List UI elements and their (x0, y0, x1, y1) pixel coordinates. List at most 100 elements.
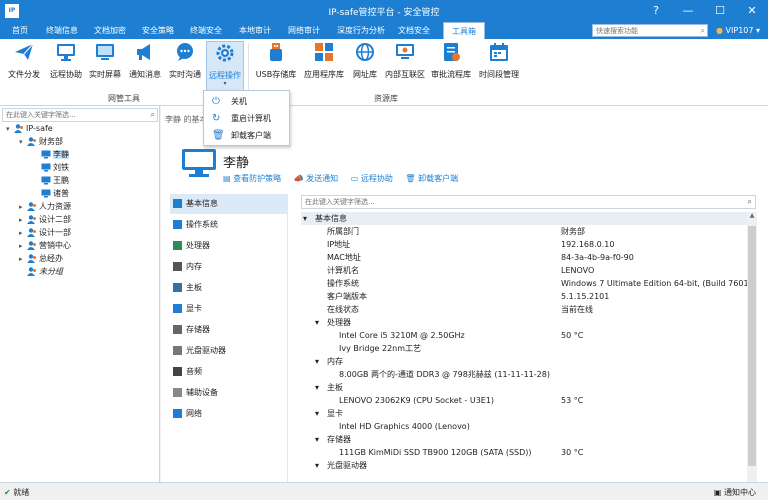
tree-filter-input[interactable] (3, 109, 143, 121)
nav-peripherals[interactable]: 辅助设备 (170, 383, 288, 403)
nav-memory[interactable]: 内存 (170, 257, 288, 277)
menu-local-audit[interactable]: 本地审计 (239, 22, 271, 39)
usb-storage-button[interactable]: USB存储库 (256, 41, 296, 81)
menu-network-audit[interactable]: 网络审计 (288, 22, 320, 39)
vip-account[interactable]: ● VIP107 ▾ (716, 24, 760, 37)
collapse-icon[interactable]: ▾ (315, 407, 319, 420)
chat-icon (177, 43, 193, 61)
quick-search-input[interactable] (593, 25, 693, 36)
org-tree-pane: ⌕ ▾IP-safe ▾财务部 李静 刘铁 王鹏 诸普 ▸人力资源 ▸设计二部 … (0, 106, 160, 482)
network-icon (173, 409, 182, 418)
quick-search[interactable]: ⌕ (592, 24, 708, 37)
nav-network[interactable]: 网络 (170, 404, 288, 424)
tree-node-user[interactable]: 刘铁 (33, 161, 69, 174)
nav-label: 光盘驱动器 (186, 346, 226, 355)
remote-operation-button[interactable]: 远程操作 ▾ (206, 41, 244, 91)
row-value: LENOVO (561, 266, 595, 275)
row-key: 8.00GB 两个的-通道 DDR3 @ 798兆赫兹 (11-11-11-28… (339, 370, 550, 379)
collapse-icon[interactable]: ▾ (19, 136, 27, 149)
close-button[interactable]: ✕ (736, 0, 768, 22)
menu-home[interactable]: 首页 (12, 22, 28, 39)
ribbon-toolbar: 文件分发 远程协助 实时屏幕 通知消息 实时沟通 远程操作 ▾ USB存储库 应… (0, 39, 768, 106)
apps-icon (315, 43, 333, 61)
nav-os[interactable]: 操作系统 (170, 215, 288, 235)
nav-audio[interactable]: 音频 (170, 362, 288, 382)
minimize-button[interactable]: — (672, 0, 704, 22)
tree-node-design2[interactable]: ▸ 设计二部 (19, 213, 71, 226)
menu-terminal-info[interactable]: 终端信息 (46, 22, 78, 39)
table-row-section[interactable]: ▾ 光盘驱动器 (301, 459, 747, 472)
notification-center[interactable]: ▣ 通知中心 (714, 487, 756, 498)
search-icon[interactable]: ⌕ (151, 110, 155, 120)
tree-node-user[interactable]: 王鹏 (33, 174, 69, 187)
menu-doc-encrypt[interactable]: 文档加密 (94, 22, 126, 39)
menu-terminal-security[interactable]: 终端安全 (190, 22, 222, 39)
search-icon[interactable]: ⌕ (748, 197, 752, 207)
group-icon (27, 202, 36, 211)
tree-node-gm-office[interactable]: ▸ 总经办 (19, 252, 63, 265)
graphics-icon (173, 304, 182, 313)
nav-basic-info[interactable]: 基本信息 (170, 194, 288, 214)
tree-node-user[interactable]: 李静 (33, 148, 69, 161)
megaphone-icon: 📣 (293, 174, 304, 183)
app-library-button[interactable]: 应用程序库 (304, 41, 344, 81)
table-row-section[interactable]: ▾ 主板 (301, 381, 747, 394)
row-value: 50 °C (561, 331, 584, 340)
nav-label: 存储器 (186, 325, 210, 334)
table-row-section[interactable]: ▾ 存储器 (301, 433, 747, 446)
collapse-icon[interactable]: ▾ (315, 433, 319, 446)
nav-motherboard[interactable]: 主板 (170, 278, 288, 298)
uninstall-client-link[interactable]: 🗑 卸载客户端 (405, 174, 458, 183)
menu-toolbox[interactable]: 工具箱 (443, 22, 485, 39)
scrollbar-thumb[interactable] (748, 226, 756, 466)
collapse-icon[interactable]: ▾ (303, 212, 307, 225)
tree-node-hr[interactable]: ▸ 人力资源 (19, 200, 71, 213)
remote-assist-link[interactable]: ▭ 远程协助 (351, 174, 393, 183)
tree-filter[interactable]: ⌕ (2, 108, 158, 122)
internal-network-button[interactable]: 内部互联区 (385, 41, 425, 81)
tree-node-root[interactable]: ▾ IP-safe (6, 122, 53, 135)
send-notify-link[interactable]: 📣 发送通知 (294, 174, 339, 183)
tree-node-finance[interactable]: ▾ 财务部 (19, 135, 63, 148)
scroll-up-icon[interactable]: ▲ (747, 212, 757, 222)
row-key: 存储器 (327, 435, 351, 444)
menu-item-restart[interactable]: ↻ 重启计算机 (204, 110, 289, 127)
menu-behavior-analysis[interactable]: 深度行为分析 (337, 22, 385, 39)
help-button[interactable]: ? (640, 0, 672, 22)
nav-graphics[interactable]: 显卡 (170, 299, 288, 319)
detail-filter[interactable]: ⌕ (301, 195, 756, 209)
menu-item-uninstall[interactable]: 🗑 卸载客户端 (204, 127, 289, 144)
tree-node-design1[interactable]: ▸ 设计一部 (19, 226, 71, 239)
nav-storage[interactable]: 存储器 (170, 320, 288, 340)
search-icon[interactable]: ⌕ (701, 26, 705, 36)
row-value: Windows 7 Ultimate Edition 64-bit, (Buil… (561, 279, 747, 288)
nav-optical-drive[interactable]: 光盘驱动器 (170, 341, 288, 361)
file-distribute-button[interactable]: 文件分发 (6, 41, 42, 81)
maximize-button[interactable]: ☐ (704, 0, 736, 22)
detail-pane: 李静 的基本 李静 ▤ 查看防护策略 📣 发送通知 ▭ 远程协助 🗑 卸载客户端… (161, 106, 768, 482)
table-row-section[interactable]: ▾ 内存 (301, 355, 747, 368)
approval-library-button[interactable]: 审批流程库 (431, 41, 471, 81)
tree-node-ungrouped[interactable]: 未分组 (19, 265, 63, 278)
collapse-icon[interactable]: ▾ (315, 316, 319, 329)
detail-filter-input[interactable] (302, 196, 732, 208)
view-policy-link[interactable]: ▤ 查看防护策略 (223, 174, 281, 183)
tree-node-user[interactable]: 诸普 (33, 187, 69, 200)
table-row-category[interactable]: ▾ 基本信息 (301, 212, 747, 225)
collapse-icon[interactable]: ▾ (315, 381, 319, 394)
table-row: 在线状态 当前在线 (301, 303, 747, 316)
collapse-icon[interactable]: ▾ (315, 355, 319, 368)
nav-cpu[interactable]: 处理器 (170, 236, 288, 256)
time-period-button[interactable]: 时间段管理 (479, 41, 519, 81)
detail-scrollbar[interactable]: ▲ (747, 212, 757, 482)
tree-node-label: 总经办 (39, 254, 63, 263)
table-row-section[interactable]: ▾ 显卡 (301, 407, 747, 420)
menu-doc-security[interactable]: 文档安全 (398, 22, 430, 39)
collapse-icon[interactable]: ▾ (315, 459, 319, 472)
menu-item-shutdown[interactable]: ⏻ 关机 (204, 93, 289, 110)
tree-node-marketing[interactable]: ▸ 营销中心 (19, 239, 71, 252)
collapse-icon[interactable]: ▾ (6, 123, 14, 136)
nav-label: 网络 (186, 409, 202, 418)
table-row-section[interactable]: ▾ 处理器 (301, 316, 747, 329)
menu-security-policy[interactable]: 安全策略 (142, 22, 174, 39)
